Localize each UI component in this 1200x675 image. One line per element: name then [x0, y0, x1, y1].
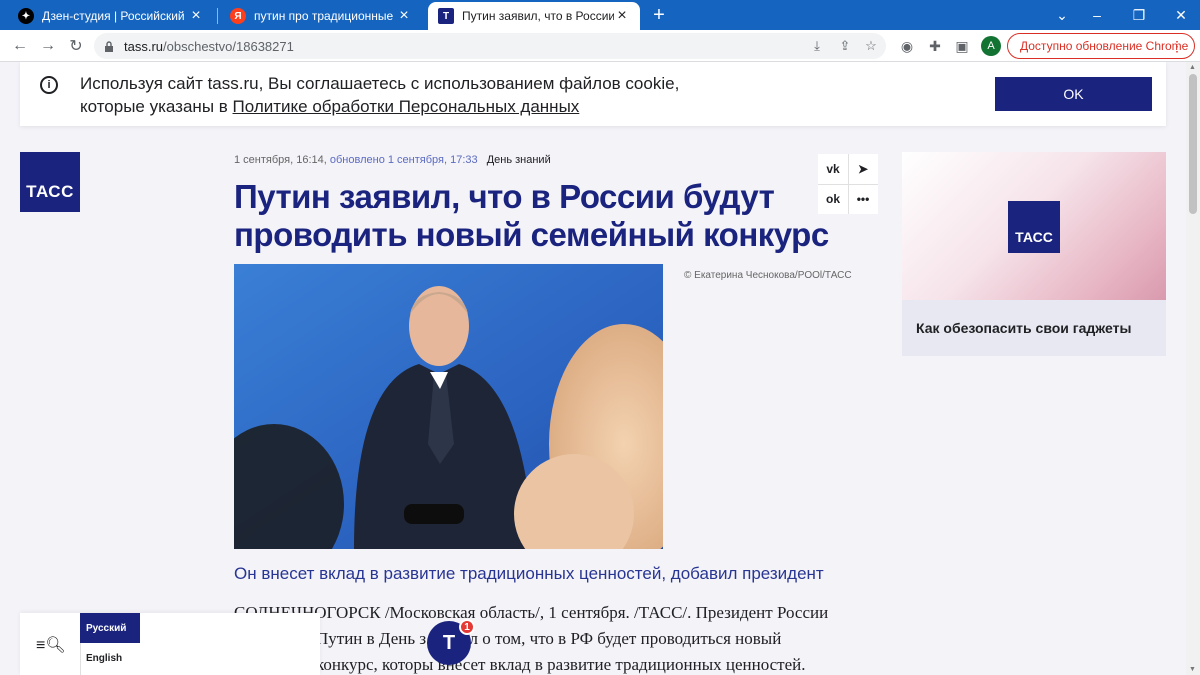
body-line: конкурс, которы внесет вклад в развитие … — [316, 655, 806, 674]
tab-dzen-studio[interactable]: ✦ Дзен-студия | Российский флаг × — [8, 2, 214, 30]
article-photo — [234, 264, 663, 549]
tab-separator — [217, 8, 218, 24]
tass-logo[interactable]: ТАСС — [20, 152, 80, 212]
close-icon[interactable]: × — [396, 8, 412, 24]
cookie-text: Используя сайт tass.ru, Вы соглашаетесь … — [80, 72, 680, 118]
article-tag[interactable]: День знаний — [487, 154, 551, 166]
forward-arrow-icon[interactable]: → — [36, 34, 60, 58]
notification-count-badge: 1 — [459, 619, 475, 635]
privacy-policy-link[interactable]: Политике обработки Персональных данных — [233, 97, 580, 116]
updated-date: обновлено 1 сентября, 17:33 — [329, 154, 478, 166]
close-icon[interactable]: × — [614, 8, 630, 24]
sidebar-ad[interactable]: ТАСС Как обезопасить свои гаджеты — [902, 152, 1166, 356]
publish-date: 1 сентября, 16:14, — [234, 154, 327, 166]
tab-title: Дзен-студия | Российский флаг — [42, 9, 188, 23]
close-icon[interactable]: × — [188, 8, 204, 24]
new-tab-button[interactable]: + — [648, 4, 670, 26]
close-window-button[interactable]: ✕ — [1158, 0, 1200, 30]
page-scrollbar[interactable]: ▲ ▼ — [1186, 62, 1200, 675]
chrome-update-button[interactable]: Доступно обновление Chrome ⋮ — [1007, 33, 1195, 59]
info-icon: i — [40, 76, 58, 94]
photo-illustration — [234, 264, 663, 549]
address-bar[interactable]: tass.ru/obschestvo/18638271 ⤓ ⇪ ☆ — [94, 33, 886, 59]
language-russian[interactable]: Русский — [80, 613, 140, 643]
tab-title: Путин заявил, что в России буд — [462, 9, 614, 23]
scroll-down-icon[interactable]: ▼ — [1189, 666, 1196, 673]
page-viewport: i Используя сайт tass.ru, Вы соглашаетес… — [0, 62, 1186, 675]
article-headline: Путин заявил, что в России будут проводи… — [234, 178, 829, 253]
cookie-banner: i Используя сайт tass.ru, Вы соглашаетес… — [20, 62, 1166, 126]
reload-icon[interactable]: ↻ — [64, 34, 88, 58]
telegram-icon[interactable]: ➤ — [848, 154, 878, 184]
article-meta: 1 сентября, 16:14, обновлено 1 сентября,… — [234, 154, 551, 166]
lock-icon — [104, 41, 114, 52]
yandex-icon: Я — [230, 8, 246, 24]
article-lead: Он внесет вклад в развитие традиционных … — [234, 564, 824, 583]
tab-tass-article[interactable]: T Путин заявил, что в России буд × — [428, 2, 640, 30]
notification-button[interactable]: T 1 — [427, 619, 475, 665]
scrollbar-thumb[interactable] — [1189, 74, 1197, 214]
ad-tass-logo: ТАСС — [1008, 201, 1060, 253]
tass-icon: T — [438, 8, 454, 24]
dzen-icon: ✦ — [18, 8, 34, 24]
url-path: /obschestvo/18638271 — [163, 38, 294, 54]
browser-toolbar: ← → ↻ tass.ru/obschestvo/18638271 ⤓ ⇪ ☆ … — [0, 30, 1200, 62]
menu-search-icon[interactable]: ≡🔍︎ — [36, 635, 66, 655]
article-body: СОЛНЕЧНОГОРСК /Московская область/, 1 се… — [234, 600, 854, 675]
bookmark-star-icon[interactable]: ☆ — [862, 37, 880, 55]
share-icon[interactable]: ⇪ — [836, 37, 854, 55]
menu-dots-icon: ⋮ — [1170, 37, 1184, 54]
cookie-ok-button[interactable]: OK — [995, 77, 1152, 111]
back-arrow-icon[interactable]: ← — [8, 34, 32, 58]
minimize-button[interactable]: – — [1074, 0, 1120, 30]
photo-credit: © Екатерина Чеснокова/POOl/ТАСС — [684, 270, 852, 281]
language-english[interactable]: English — [86, 653, 122, 664]
body-line: Путин в День з заявил о том, что в РФ бу… — [316, 629, 782, 648]
puzzle-icon[interactable]: ✚ — [924, 35, 946, 57]
language-bar: ≡🔍︎ Русский English — [20, 613, 320, 675]
more-icon[interactable]: ••• — [848, 184, 878, 214]
install-app-icon[interactable]: ⤓ — [808, 37, 826, 55]
side-panel-icon[interactable]: ▣ — [951, 35, 973, 57]
url-host: tass.ru — [124, 38, 164, 54]
tab-strip: ✦ Дзен-студия | Российский флаг × Я пути… — [0, 0, 1200, 30]
body-line: СОЛНЕЧНОГОРСК /Московская область/, 1 се… — [234, 603, 829, 622]
t-letter: T — [442, 631, 456, 654]
scroll-up-icon[interactable]: ▲ — [1189, 64, 1196, 71]
restore-button[interactable]: ❐ — [1116, 0, 1162, 30]
ad-caption[interactable]: Как обезопасить свои гаджеты — [916, 320, 1131, 336]
tab-yandex-search[interactable]: Я путин про традиционные ценн × — [220, 2, 422, 30]
extension-icon[interactable]: ◉ — [896, 35, 918, 57]
url-text: tass.ru/obschestvo/18638271 — [124, 39, 294, 54]
update-label: Доступно обновление Chrome — [1020, 39, 1189, 53]
profile-avatar[interactable]: A — [981, 36, 1001, 56]
tab-title: путин про традиционные ценн — [254, 9, 396, 23]
